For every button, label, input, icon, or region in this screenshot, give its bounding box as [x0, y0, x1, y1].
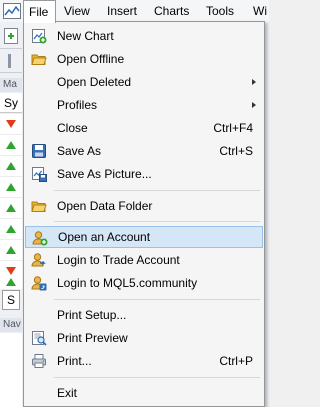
menu-item-label: Profiles: [57, 98, 98, 112]
login-account-icon: [31, 253, 46, 267]
menu-item-label: Open an Account: [58, 230, 151, 244]
menu-item-label: Print...: [57, 354, 92, 368]
submenu-arrow-icon: [252, 79, 256, 85]
menu-item-label: Login to Trade Account: [57, 253, 180, 267]
folder-icon: [31, 201, 47, 212]
menu-separator: [54, 190, 260, 191]
add-account-icon: [32, 231, 48, 246]
grip-icon: [8, 54, 11, 68]
menu-item-save-as-picture[interactable]: Save As Picture...: [25, 163, 263, 185]
arrow-down-icon: [6, 267, 16, 275]
menu-separator: [54, 299, 260, 300]
menu-item-open-data-folder[interactable]: Open Data Folder: [25, 195, 263, 217]
open-folder-icon: [31, 54, 47, 65]
menu-view[interactable]: View: [64, 0, 90, 22]
menu-item-shortcut: Ctrl+P: [219, 354, 253, 368]
menu-bar: File View Insert Charts Tools Wi: [0, 0, 269, 23]
tab-symbols[interactable]: S: [2, 290, 20, 310]
list-item[interactable]: [0, 219, 22, 240]
floppy-disk-icon: [32, 144, 46, 158]
menu-item-profiles[interactable]: Profiles: [25, 94, 263, 116]
menu-charts[interactable]: Charts: [154, 0, 189, 22]
menu-item-label: Print Preview: [57, 331, 128, 345]
menu-item-open-account[interactable]: Open an Account: [25, 226, 263, 248]
menu-item-label: Open Offline: [57, 52, 125, 66]
toolbar-strip-2: [0, 50, 22, 73]
new-chart-icon: [32, 29, 47, 44]
arrow-up-icon: [6, 225, 16, 233]
menu-item-label: New Chart: [57, 29, 114, 43]
menu-item-label: Open Deleted: [57, 75, 132, 89]
menu-item-open-offline[interactable]: Open Offline: [25, 48, 263, 70]
menu-item-save-as[interactable]: Save As Ctrl+S: [25, 140, 263, 162]
menu-file[interactable]: File: [23, 0, 56, 23]
toolbar-strip: [0, 24, 22, 49]
list-item[interactable]: [0, 177, 22, 198]
arrow-up-icon: [6, 141, 16, 149]
list-item[interactable]: [0, 275, 22, 290]
file-menu: New Chart Open Offline Open Deleted Prof…: [23, 21, 265, 407]
list-item[interactable]: [0, 156, 22, 177]
menu-item-print-preview[interactable]: Print Preview: [25, 327, 263, 349]
menu-item-label: Open Data Folder: [57, 199, 153, 213]
menu-item-login-trade-account[interactable]: Login to Trade Account: [25, 249, 263, 271]
submenu-arrow-icon: [252, 102, 256, 108]
arrow-up-icon: [6, 246, 16, 254]
menu-item-label: Print Setup...: [57, 308, 127, 322]
new-chart-toolbar-icon[interactable]: [4, 28, 18, 44]
navigator-title: Nav: [0, 318, 22, 332]
printer-icon: [32, 354, 46, 368]
menu-item-close[interactable]: Close Ctrl+F4: [25, 117, 263, 139]
list-item[interactable]: [0, 198, 22, 219]
menu-item-new-chart[interactable]: New Chart: [25, 25, 263, 47]
mql5-community-icon: [31, 276, 47, 291]
arrow-up-icon: [6, 204, 16, 212]
market-watch-header: Sy: [0, 93, 22, 113]
menu-item-exit[interactable]: Exit: [25, 382, 263, 404]
menu-insert[interactable]: Insert: [107, 0, 137, 22]
menu-item-label: Save As Picture...: [57, 167, 152, 181]
menu-window[interactable]: Wi: [253, 0, 269, 22]
menu-item-label: Login to MQL5.community: [57, 276, 198, 290]
menu-item-shortcut: Ctrl+F4: [213, 121, 253, 135]
menu-item-login-mql5[interactable]: Login to MQL5.community: [25, 272, 263, 294]
menu-item-shortcut: Ctrl+S: [219, 144, 253, 158]
list-item[interactable]: [0, 114, 22, 135]
arrow-up-icon: [6, 183, 16, 191]
list-item[interactable]: [0, 240, 22, 261]
menu-item-open-deleted[interactable]: Open Deleted: [25, 71, 263, 93]
arrow-up-icon: [6, 278, 16, 286]
menu-item-label: Save As: [57, 144, 102, 158]
arrow-down-icon: [6, 120, 16, 128]
right-panel: [265, 22, 269, 407]
menu-item-label: Exit: [57, 386, 78, 400]
menu-tools[interactable]: Tools: [206, 0, 234, 22]
menu-separator: [54, 377, 260, 378]
menu-item-label: Close: [57, 121, 88, 135]
app-icon: [3, 3, 21, 19]
navigator-panel: [0, 333, 22, 407]
menu-item-print[interactable]: Print... Ctrl+P: [25, 350, 263, 372]
menu-item-print-setup[interactable]: Print Setup...: [25, 304, 263, 326]
arrow-up-icon: [6, 162, 16, 170]
menu-separator: [54, 221, 260, 222]
print-preview-icon: [32, 331, 47, 346]
save-picture-icon: [32, 167, 47, 182]
market-watch-title: Ma: [0, 78, 22, 92]
list-item[interactable]: [0, 135, 22, 156]
